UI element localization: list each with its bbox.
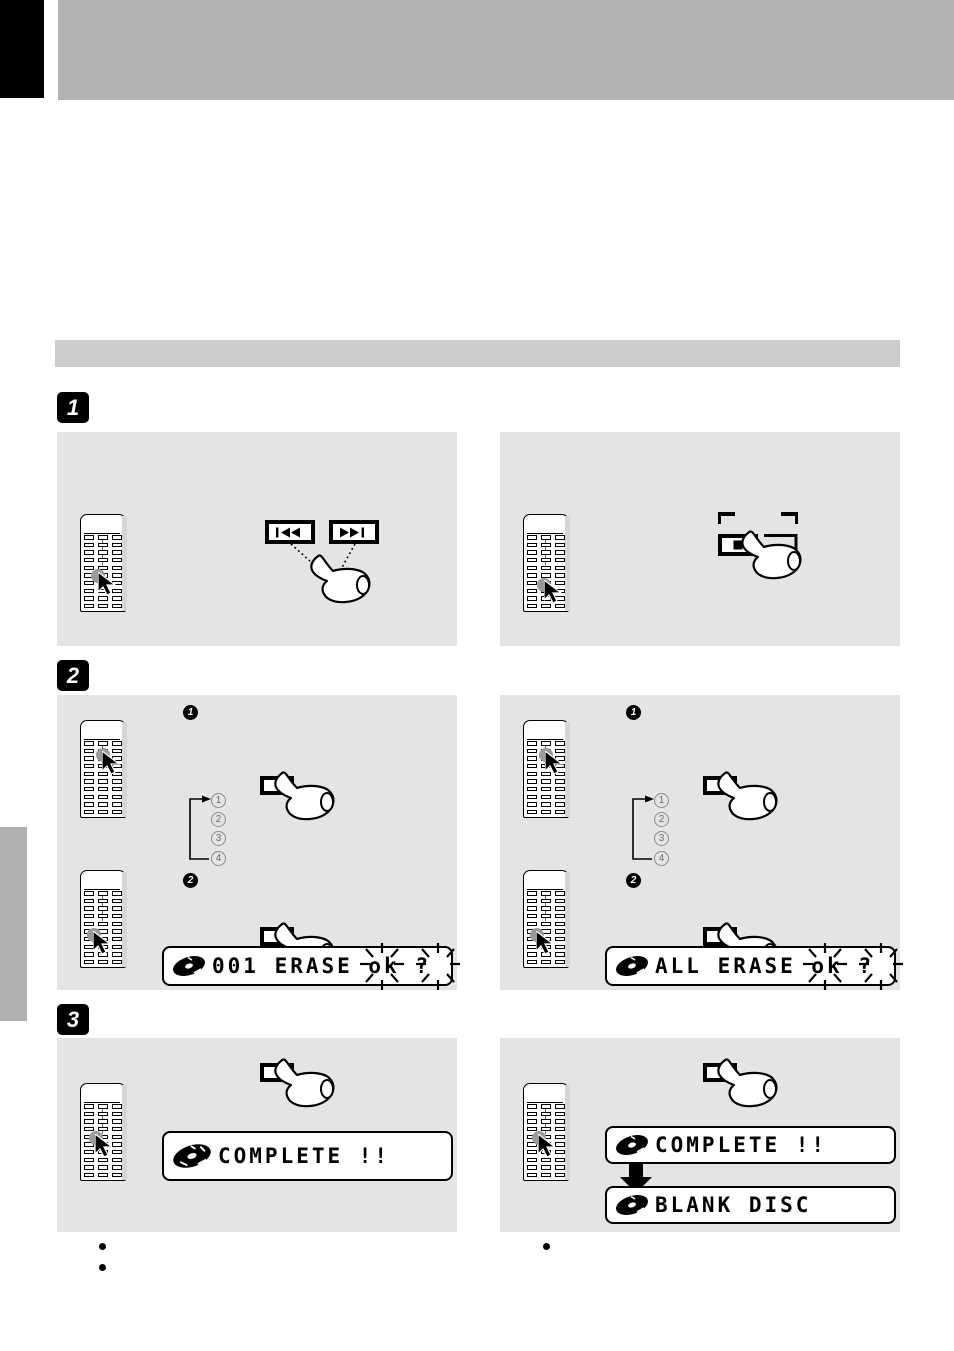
substep-marker-2: 2 (183, 873, 198, 888)
step-badge-2: 2 (57, 660, 89, 691)
arrow-cursor-icon (102, 751, 121, 775)
selection-cycle-group-2l: 1 2 3 4 (187, 793, 257, 866)
substep-marker-1: 1 (626, 705, 641, 720)
page-header-black-tab (0, 0, 44, 98)
cycle-number-4: 4 (654, 851, 669, 866)
disc-icon (616, 1135, 648, 1155)
arrow-cursor-icon (538, 1134, 557, 1158)
disc-icon (173, 956, 205, 976)
remote-side-shade (121, 1084, 127, 1180)
remote-top-panel (84, 517, 120, 534)
remote-control-illustration-1l (80, 514, 128, 614)
arrow-cursor-icon (544, 580, 563, 604)
arrow-cursor-icon (545, 751, 564, 775)
substep-marker-1: 1 (183, 705, 198, 720)
skip-forward-button[interactable] (329, 520, 379, 544)
remote-control-illustration-1r (523, 514, 571, 614)
remote-top-panel (527, 517, 563, 534)
disc-icon (173, 1144, 211, 1168)
remote-control-illustration-2l-b (80, 870, 128, 970)
arrow-cursor-icon (93, 931, 112, 955)
remote-top-panel (84, 723, 120, 740)
step-1-left-panel (57, 432, 457, 646)
note-bullet-2 (99, 1264, 106, 1271)
step-3-right-panel: COMPLETE !! BLANK DISC (500, 1038, 900, 1232)
remote-side-shade (564, 1084, 570, 1180)
remote-side-shade (121, 515, 127, 611)
display-complete-left: COMPLETE !! (162, 1131, 453, 1181)
pointing-hand-icon (274, 1058, 335, 1108)
remote-top-panel (84, 1086, 120, 1103)
cycle-number-2: 2 (211, 812, 226, 827)
remote-control-illustration-2r-a (523, 720, 571, 820)
selection-cycle-group-2r: 1 2 3 4 (630, 793, 700, 866)
display-erase-track: 001 ERASE ok ? (162, 943, 460, 990)
cycle-number-3: 3 (211, 831, 226, 846)
cycle-number-1: 1 (211, 793, 226, 808)
note-bullet-3 (543, 1243, 550, 1250)
remote-side-shade (564, 871, 570, 967)
remote-control-illustration-3r (523, 1083, 571, 1183)
display-complete-right: COMPLETE !! (605, 1126, 896, 1164)
display-text: BLANK DISC (655, 1193, 812, 1217)
section-title-bar (55, 340, 900, 367)
remote-top-panel (527, 723, 563, 740)
step-2-left-panel: 1 1 2 3 4 2 001 ERASE ok ? (57, 695, 460, 990)
pointing-hand-icon (274, 771, 335, 821)
step-badge-1: 1 (57, 392, 89, 423)
display-text: COMPLETE !! (218, 1144, 391, 1168)
blink-flash-icon (360, 943, 460, 990)
blink-flash-icon (803, 943, 903, 990)
remote-control-illustration-2l-a (80, 720, 128, 820)
cycle-number-4: 4 (211, 851, 226, 866)
arrow-cursor-icon (536, 931, 555, 955)
cycle-number-1: 1 (654, 793, 669, 808)
remote-top-panel (527, 873, 563, 890)
page-header-band (58, 0, 954, 100)
display-text: COMPLETE !! (655, 1133, 828, 1157)
disc-icon (616, 1195, 648, 1215)
disc-icon (616, 956, 648, 976)
display-blank-disc: BLANK DISC (605, 1186, 896, 1224)
manual-page: 1 2 1 1 2 3 4 2 001 ERASE ok ? 1 1 2 3 4… (0, 0, 954, 1351)
pointing-hand-icon (717, 1058, 778, 1108)
pointing-hand-icon (717, 771, 778, 821)
step-3-left-panel: COMPLETE !! (57, 1038, 457, 1232)
skip-forward-icon (340, 527, 364, 537)
note-bullet-1 (99, 1243, 106, 1250)
skip-backward-icon (276, 527, 300, 537)
skip-backward-button[interactable] (265, 520, 315, 544)
side-index-tab (0, 827, 27, 1021)
pointing-hand-icon (310, 554, 371, 604)
remote-side-shade (121, 871, 127, 967)
cycle-number-3: 3 (654, 831, 669, 846)
step-2-right-panel: 1 1 2 3 4 2 ALL ERASE ok ? (500, 695, 903, 990)
remote-top-panel (84, 873, 120, 890)
remote-control-illustration-3l (80, 1083, 128, 1183)
remote-control-illustration-2r-b (523, 870, 571, 970)
remote-top-panel (527, 1086, 563, 1103)
display-erase-all: ALL ERASE ok ? (605, 943, 903, 990)
cycle-number-2: 2 (654, 812, 669, 827)
pointing-hand-icon (741, 530, 802, 580)
step-1-right-panel (500, 432, 900, 646)
arrow-cursor-icon (98, 572, 117, 596)
step-badge-3: 3 (57, 1004, 89, 1035)
arrow-cursor-icon (95, 1134, 114, 1158)
substep-marker-2: 2 (626, 873, 641, 888)
